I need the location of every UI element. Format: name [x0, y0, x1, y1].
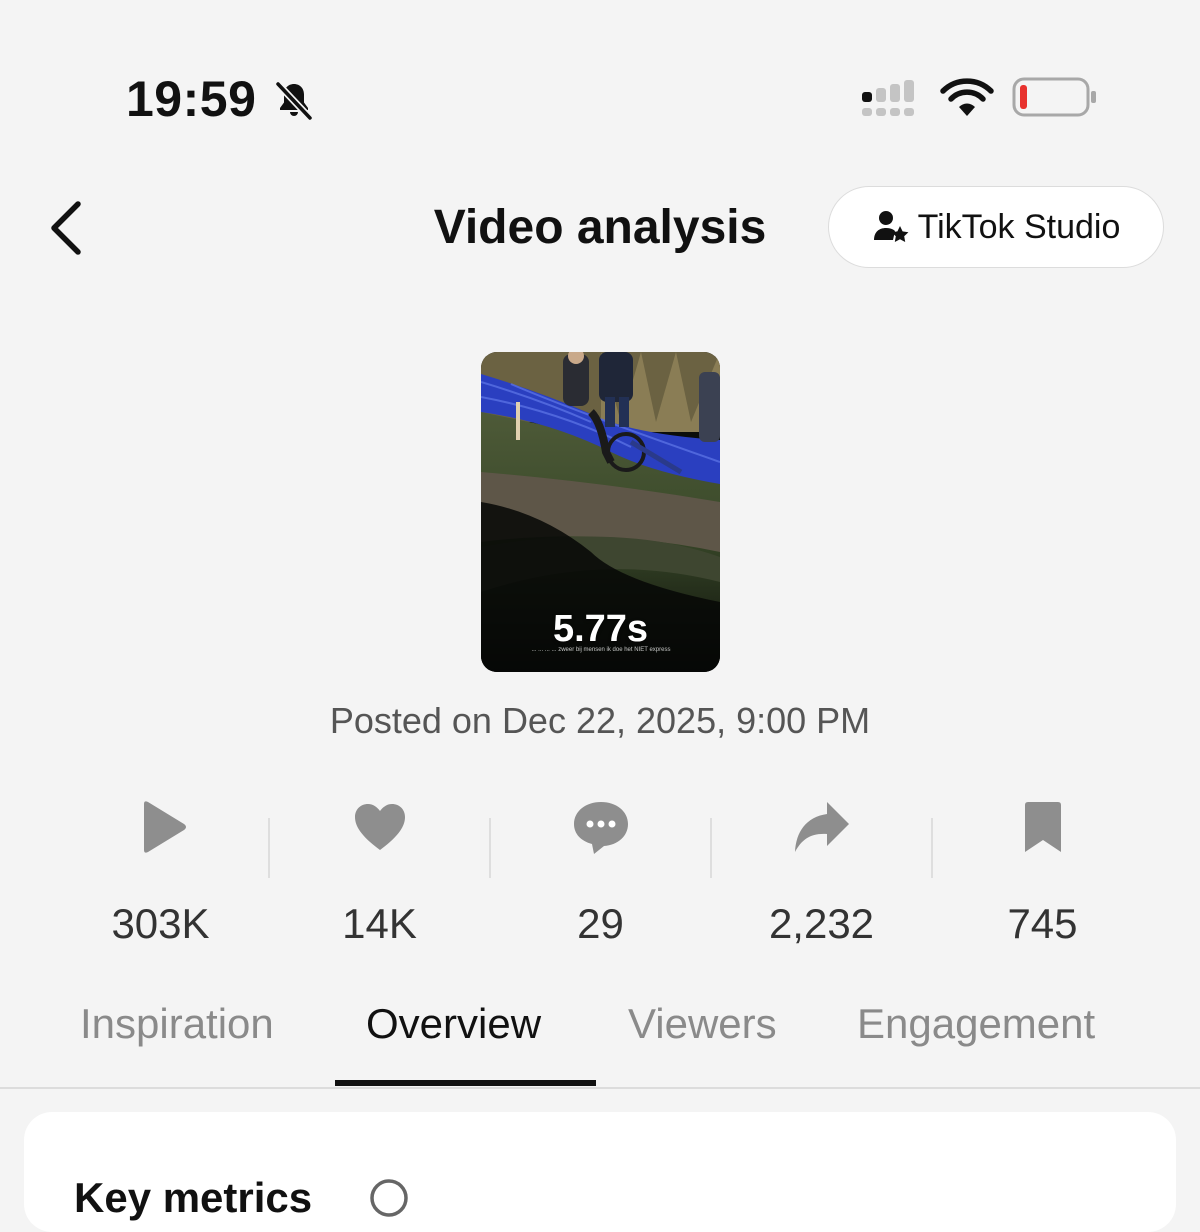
views-count: 303K: [111, 900, 210, 947]
status-time: 19:59: [126, 71, 257, 127]
share-icon: [794, 802, 849, 852]
video-thumbnail[interactable]: 5.77s ... ... ... ... zweer bij mensen i…: [481, 352, 720, 672]
tab-engagement[interactable]: Engagement: [857, 1000, 1095, 1048]
shares-count: 2,232: [768, 900, 875, 947]
key-metrics-card: Key metrics: [24, 1112, 1176, 1232]
video-duration: 5.77s: [552, 608, 649, 650]
bell-slash-icon: [275, 81, 313, 121]
stat-views[interactable]: 303K: [50, 790, 271, 947]
heart-icon: [354, 804, 405, 850]
stat-saves[interactable]: 745: [932, 790, 1153, 947]
stat-comments[interactable]: 29: [490, 790, 711, 947]
comment-icon: [573, 802, 628, 854]
card-title: Key metrics: [74, 1174, 313, 1221]
active-tab-indicator: [335, 1080, 596, 1086]
stat-likes[interactable]: 14K: [269, 790, 490, 947]
tab-inspiration[interactable]: Inspiration: [80, 1000, 274, 1048]
bookmark-icon: [1024, 802, 1061, 852]
creator-star-icon: [873, 211, 908, 242]
stat-shares[interactable]: 2,232: [711, 790, 932, 947]
battery-low-icon: [1012, 77, 1096, 117]
video-caption: ... ... ... ... zweer bij mensen ik doe …: [531, 647, 671, 653]
wifi-icon: [940, 78, 994, 116]
saves-count: 745: [1007, 900, 1078, 947]
tiktok-studio-label: TikTok Studio: [917, 207, 1121, 246]
play-icon: [143, 801, 186, 853]
posted-date: Posted on Dec 22, 2025, 9:00 PM: [329, 700, 871, 741]
tab-viewers[interactable]: Viewers: [628, 1000, 777, 1048]
cellular-signal-icon: [862, 80, 914, 116]
likes-count: 14K: [342, 900, 417, 947]
info-icon[interactable]: [369, 1178, 409, 1218]
tiktok-studio-button[interactable]: TikTok Studio: [828, 186, 1164, 268]
tab-overview[interactable]: Overview: [366, 1000, 541, 1048]
comments-count: 29: [577, 900, 624, 947]
tabs-divider: [0, 1087, 1200, 1089]
